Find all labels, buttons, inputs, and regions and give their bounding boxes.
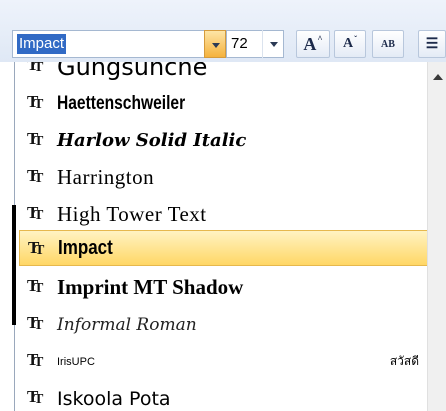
shrink-font-icon: A — [342, 36, 354, 51]
font-item-label: Gungsuhche — [57, 62, 208, 81]
eraser-icon: AB — [381, 38, 395, 50]
font-item-irisupc[interactable]: TT IrisUPC สวัสดี — [19, 343, 427, 380]
font-dropdown-list: TT Gungsuhche TT Haettenschweiler TT Har… — [14, 62, 446, 411]
chevron-down-icon — [212, 43, 220, 48]
left-edge-marker — [12, 205, 16, 325]
font-sample-text: สวัสดี — [389, 354, 419, 368]
font-item-label: Harlow Solid Italic — [57, 130, 247, 151]
font-name-combobox[interactable]: Impact — [12, 30, 228, 58]
vertical-scrollbar[interactable] — [427, 62, 446, 411]
grow-font-icon: A — [303, 33, 317, 54]
caret-up-icon: ^ — [317, 34, 323, 44]
truetype-icon: TT — [27, 129, 44, 149]
font-item-label: Informal Roman — [57, 314, 197, 335]
font-item-label: IrisUPC — [57, 355, 95, 368]
bullets-button[interactable]: ☰ — [418, 30, 446, 58]
font-item-label: Haettenschweiler — [57, 92, 186, 114]
font-item-informal-roman[interactable]: TT Informal Roman — [19, 306, 427, 343]
truetype-icon: TT — [27, 313, 44, 333]
truetype-icon: TT — [27, 276, 44, 296]
shrink-font-button[interactable]: Aˇ — [334, 30, 366, 58]
font-list: TT Gungsuhche TT Haettenschweiler TT Har… — [15, 62, 427, 411]
truetype-icon: TT — [27, 350, 44, 370]
truetype-icon: TT — [27, 62, 44, 75]
font-item-harrington[interactable]: TT Harrington — [19, 159, 427, 196]
font-item-imprint-mt-shadow[interactable]: TT Imprint MT Shadow — [19, 269, 427, 306]
font-item-gungsuhche[interactable]: TT Gungsuhche — [19, 62, 427, 85]
scroll-up-arrow-icon[interactable] — [433, 74, 443, 80]
font-item-high-tower-text[interactable]: TT High Tower Text — [19, 196, 427, 233]
list-icon: ☰ — [425, 36, 439, 52]
truetype-icon: TT — [27, 203, 44, 223]
caret-down-icon: ˇ — [354, 34, 358, 44]
truetype-icon: TT — [27, 92, 44, 112]
font-item-impact[interactable]: TT Impact — [19, 230, 427, 266]
truetype-icon: TT — [27, 387, 44, 407]
clear-formatting-button[interactable]: AB — [372, 30, 404, 58]
font-item-label: High Tower Text — [57, 202, 207, 226]
font-item-haettenschweiler[interactable]: TT Haettenschweiler — [19, 85, 427, 122]
font-item-label: Iskoola Pota — [57, 387, 171, 410]
grow-font-button[interactable]: A ^ — [296, 30, 330, 58]
font-size-dropdown-button[interactable] — [262, 30, 284, 58]
truetype-icon: TT — [27, 166, 44, 186]
font-item-label: Harrington — [57, 165, 155, 189]
chevron-down-icon — [270, 42, 278, 47]
font-item-harlow-solid-italic[interactable]: TT Harlow Solid Italic — [19, 122, 427, 159]
font-item-label: Imprint MT Shadow — [57, 275, 244, 299]
truetype-icon: TT — [28, 238, 45, 258]
font-size-input[interactable]: 72 — [231, 34, 248, 54]
font-item-iskoola-pota[interactable]: TT Iskoola Pota — [19, 380, 427, 411]
font-ui-stage: Impact 72 A ^ Aˇ AB ☰ TT Gungsuhche T T … — [0, 0, 446, 411]
font-name-input[interactable]: Impact — [17, 34, 67, 54]
formatting-toolbar: Impact 72 A ^ Aˇ AB ☰ — [0, 0, 446, 62]
font-item-label: Impact — [58, 236, 113, 259]
font-name-dropdown-button[interactable] — [204, 30, 226, 58]
